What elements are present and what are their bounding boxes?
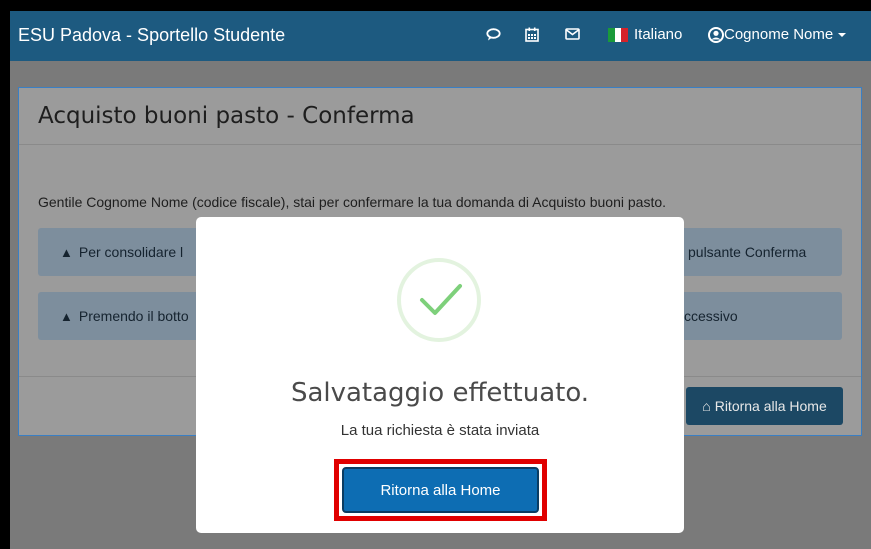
home-icon: ⌂ xyxy=(702,398,711,414)
chat-icon[interactable] xyxy=(485,25,501,43)
panel-header: Acquisto buoni pasto - Conferma xyxy=(19,88,861,145)
alert-text-start: Per consolidare l xyxy=(78,244,184,260)
mail-icon[interactable] xyxy=(564,25,580,43)
language-label: Italiano xyxy=(634,26,683,43)
return-home-button[interactable]: ⌂ Ritorna alla Home xyxy=(686,387,843,425)
modal-message: La tua richiesta è stata inviata xyxy=(340,422,540,439)
top-navbar: ESU Padova - Sportello Studente Italiano… xyxy=(10,11,871,61)
language-selector[interactable]: Italiano xyxy=(608,26,682,43)
browser-page: ESU Padova - Sportello Studente Italiano… xyxy=(10,11,871,549)
success-modal: Salvataggio effettuato. La tua richiesta… xyxy=(196,217,684,533)
modal-title: Salvataggio effettuato. xyxy=(290,378,590,408)
user-circle-icon xyxy=(708,26,724,43)
page-title: Acquisto buoni pasto - Conferma xyxy=(38,103,415,129)
user-name: Cognome Nome xyxy=(724,26,834,43)
calendar-icon[interactable] xyxy=(524,25,540,43)
italian-flag-icon xyxy=(608,27,629,42)
user-menu[interactable]: Cognome Nome xyxy=(708,26,847,43)
modal-return-home-button[interactable]: Ritorna alla Home xyxy=(342,467,539,513)
return-home-label: Ritorna alla Home xyxy=(714,398,827,414)
brand-link[interactable]: ESU Padova - Sportello Studente xyxy=(18,25,285,46)
alert-text-end: ccessivo xyxy=(684,308,738,324)
warning-icon: ▲ xyxy=(60,244,73,260)
warning-icon: ▲ xyxy=(60,308,73,324)
alert-text-start: Premendo il botto xyxy=(78,308,189,324)
alert-text-end: pulsante Conferma xyxy=(688,244,807,260)
success-check-icon xyxy=(397,258,481,342)
intro-text: Gentile Cognome Nome (codice fiscale), s… xyxy=(38,194,667,210)
chevron-down-icon xyxy=(838,32,847,37)
